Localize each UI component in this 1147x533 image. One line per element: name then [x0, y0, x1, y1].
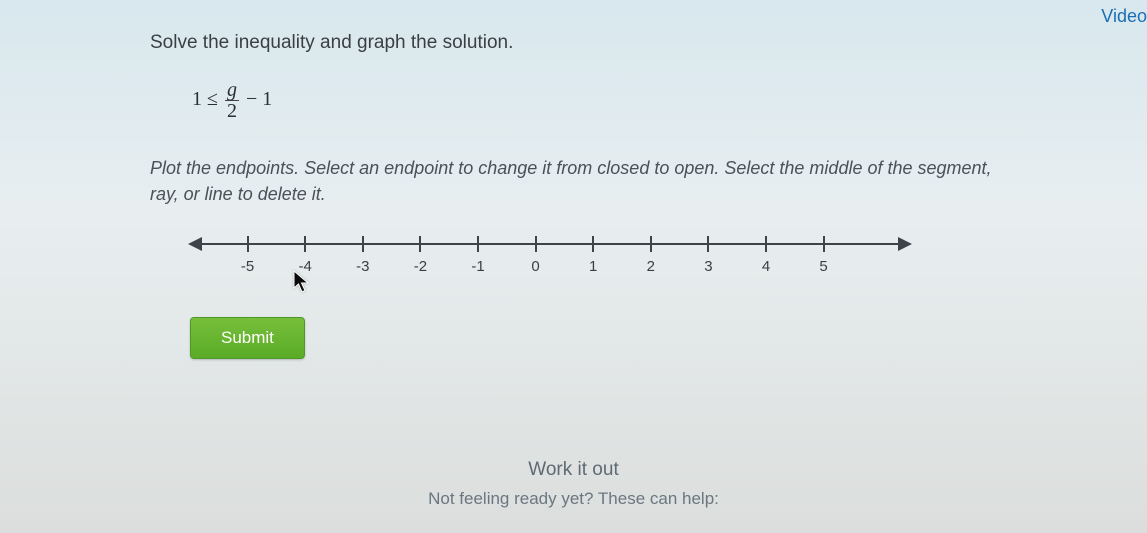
tick-label: -4	[299, 258, 312, 275]
tick[interactable]	[823, 236, 825, 252]
tick-label: 5	[819, 258, 827, 275]
tick[interactable]	[765, 236, 767, 252]
tick-label: 0	[531, 258, 539, 275]
inequality-expression: 1 ≤ g 2 − 1	[192, 80, 997, 121]
arrow-right-icon	[898, 237, 912, 251]
submit-button[interactable]: Submit	[190, 317, 305, 359]
tick-label: -2	[414, 258, 427, 275]
video-link[interactable]: Video	[1101, 6, 1147, 27]
tick-label: -5	[241, 258, 254, 275]
axis-line[interactable]	[190, 243, 910, 245]
question-prompt: Solve the inequality and graph the solut…	[150, 32, 997, 54]
tick-label: 4	[762, 258, 770, 275]
tick[interactable]	[707, 236, 709, 252]
tick-label: 3	[704, 258, 712, 275]
tick[interactable]	[362, 236, 364, 252]
inequality-op: ≤	[207, 88, 218, 110]
tick[interactable]	[304, 236, 306, 252]
tick-label: -3	[356, 258, 369, 275]
inequality-fraction: g 2	[225, 80, 239, 121]
tick[interactable]	[419, 236, 421, 252]
fraction-denominator: 2	[225, 101, 239, 121]
tick-label: 2	[647, 258, 655, 275]
tick[interactable]	[247, 236, 249, 252]
plot-instructions: Plot the endpoints. Select an endpoint t…	[150, 155, 997, 207]
tick[interactable]	[592, 236, 594, 252]
not-ready-text: Not feeling ready yet? These can help:	[0, 489, 1147, 509]
tick-label: 1	[589, 258, 597, 275]
inequality-lhs: 1	[192, 88, 202, 110]
work-it-out-heading: Work it out	[0, 459, 1147, 481]
footer: Work it out Not feeling ready yet? These…	[0, 459, 1147, 509]
tick-label: -1	[471, 258, 484, 275]
inequality-tail: − 1	[246, 88, 272, 110]
tick[interactable]	[535, 236, 537, 252]
tick[interactable]	[650, 236, 652, 252]
fraction-numerator: g	[225, 80, 239, 101]
tick[interactable]	[477, 236, 479, 252]
number-line[interactable]: -5 -4 -3 -2 -1 0 1 2 3 4 5	[190, 225, 910, 285]
